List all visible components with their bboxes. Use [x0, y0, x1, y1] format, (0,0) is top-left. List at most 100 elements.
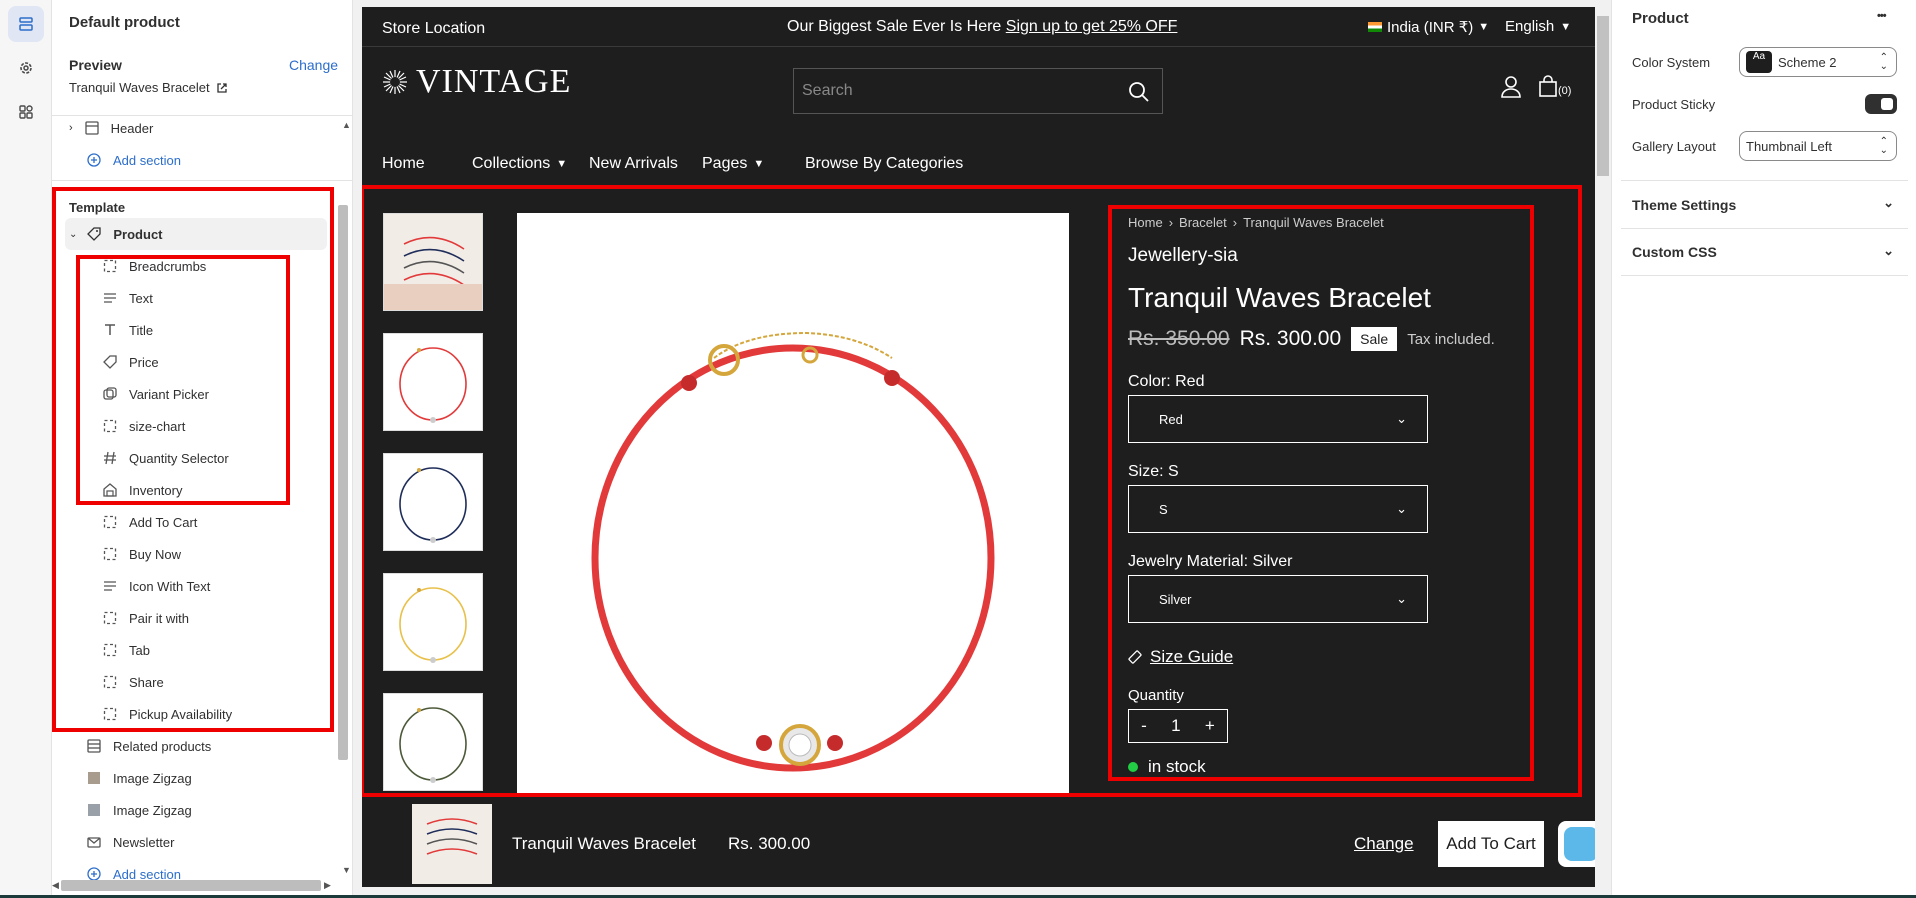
size-guide-link[interactable]: Size Guide: [1128, 647, 1233, 667]
product-title: Tranquil Waves Bracelet: [1128, 282, 1431, 313]
chevron-down-icon: ⌄: [1396, 501, 1407, 516]
block-item-breadcrumbs[interactable]: Breadcrumbs: [52, 250, 338, 282]
account-icon[interactable]: [1501, 76, 1521, 98]
more-actions-icon[interactable]: •••: [1877, 10, 1887, 22]
product-thumbnail[interactable]: [383, 213, 483, 311]
block-item-label: Buy Now: [129, 546, 182, 562]
scroll-down-icon[interactable]: ▼: [342, 865, 351, 875]
block-item-price[interactable]: Price: [52, 346, 338, 378]
block-item-icon-with-text[interactable]: Icon With Text: [52, 570, 338, 602]
sale-price: Rs. 300.00: [1239, 327, 1342, 350]
stock-dot-icon: [1128, 762, 1138, 772]
section-item-related-products[interactable]: Related products: [52, 730, 338, 762]
breadcrumb-home[interactable]: Home: [1128, 215, 1163, 230]
language-selector[interactable]: English ▼: [1505, 18, 1571, 35]
vertical-scrollbar[interactable]: [338, 205, 348, 760]
product-thumbnail[interactable]: [383, 453, 483, 551]
related-products-icon: [85, 737, 103, 755]
theme-settings-accordion[interactable]: Theme Settings ⌄: [1621, 180, 1908, 228]
quantity-value[interactable]: 1: [1171, 716, 1180, 736]
custom-css-label: Custom CSS: [1632, 244, 1717, 260]
block-item-title[interactable]: Title: [52, 314, 338, 346]
block-item-quantity-selector[interactable]: Quantity Selector: [52, 442, 338, 474]
block-item-tab[interactable]: Tab: [52, 634, 338, 666]
gallery-layout-select[interactable]: Thumbnail Left ⌃ ⌄: [1739, 131, 1897, 161]
material-select[interactable]: Silver ⌄: [1128, 575, 1428, 623]
nav-item-new-arrivals[interactable]: New Arrivals: [589, 155, 678, 173]
sidebar-item-header[interactable]: › Header: [52, 112, 338, 144]
product-thumbnail[interactable]: [383, 693, 483, 791]
section-item-image-zigzag[interactable]: Image Zigzag: [52, 794, 338, 826]
cart-button[interactable]: (0): [1538, 75, 1571, 97]
tab-block-icon: [101, 641, 119, 659]
external-link-icon: [217, 82, 227, 93]
block-item-text[interactable]: Text: [52, 282, 338, 314]
preview-product[interactable]: Tranquil Waves Bracelet: [69, 80, 228, 95]
breadcrumb-collection[interactable]: Bracelet: [1179, 215, 1227, 230]
block-item-label: Tab: [129, 642, 150, 658]
main-product-image[interactable]: [517, 213, 1069, 795]
block-item-size-chart[interactable]: size-chart: [52, 410, 338, 442]
scroll-left-icon[interactable]: ◀: [52, 880, 59, 891]
block-item-add-to-cart[interactable]: Add To Cart: [52, 506, 338, 538]
block-item-share[interactable]: Share: [52, 666, 338, 698]
ruler-icon: [1128, 650, 1142, 664]
apps-icon[interactable]: [8, 94, 44, 130]
sticky-add-to-cart-button[interactable]: Add To Cart: [1438, 821, 1544, 867]
quantity-decrease-button[interactable]: -: [1141, 716, 1147, 736]
caret-down-icon: ▼: [556, 158, 568, 170]
settings-title: Product: [1632, 10, 1689, 27]
product-sticky-toggle[interactable]: [1865, 94, 1897, 114]
gear-icon[interactable]: [8, 50, 44, 86]
store-logo[interactable]: VINTAGE: [382, 63, 571, 101]
section-item-newsletter[interactable]: Newsletter: [52, 826, 338, 858]
quantity-increase-button[interactable]: +: [1205, 716, 1215, 736]
chat-widget-icon[interactable]: [1558, 821, 1595, 867]
nav-item-home[interactable]: Home: [382, 155, 425, 173]
add-section-header-button[interactable]: Add section: [52, 144, 338, 176]
country-value: India (INR ₹): [1387, 19, 1474, 36]
sticky-change-link[interactable]: Change: [1354, 834, 1414, 854]
search-input[interactable]: Search: [793, 68, 1163, 114]
preview-label: Preview: [69, 57, 122, 73]
size-chart-block-icon: [101, 417, 119, 435]
color-system-select[interactable]: Aa Scheme 2 ⌃ ⌄: [1739, 47, 1897, 77]
scroll-up-icon[interactable]: ▲: [342, 120, 351, 130]
block-item-inventory[interactable]: Inventory: [52, 474, 338, 506]
color-label: Color: Red: [1128, 373, 1205, 390]
preview-scrollbar[interactable]: [1597, 16, 1609, 176]
country-selector[interactable]: India (INR ₹) ▼: [1368, 18, 1489, 36]
product-sticky-label: Product Sticky: [1632, 97, 1716, 112]
block-item-buy-now[interactable]: Buy Now: [52, 538, 338, 570]
sidebar-item-product[interactable]: ⌄ Product: [65, 218, 327, 250]
quantity-stepper[interactable]: - 1 +: [1128, 709, 1228, 743]
block-item-pair-it-with[interactable]: Pair it with: [52, 602, 338, 634]
bracelet-image: [591, 331, 995, 772]
block-item-pickup-availability[interactable]: Pickup Availability: [52, 698, 338, 730]
product-thumbnail[interactable]: [383, 573, 483, 671]
chevron-down-icon: ⌄: [1396, 591, 1407, 606]
price-block-icon: [101, 353, 119, 371]
material-value: Silver: [1159, 591, 1192, 607]
announcement-link[interactable]: Sign up to get 25% OFF: [1006, 18, 1178, 35]
color-select[interactable]: Red ⌄: [1128, 395, 1428, 443]
nav-item-browse-by-categories[interactable]: Browse By Categories: [805, 155, 963, 173]
store-location-link[interactable]: Store Location: [382, 20, 485, 38]
nav-item-pages[interactable]: Pages ▼: [702, 155, 764, 173]
image-thumbnail-icon: [85, 801, 103, 819]
scroll-right-icon[interactable]: ▶: [324, 880, 331, 891]
change-preview-link[interactable]: Change: [289, 57, 338, 73]
custom-css-accordion[interactable]: Custom CSS ⌄: [1621, 228, 1908, 276]
nav-item-collections[interactable]: Collections ▼: [472, 155, 567, 173]
product-thumbnail[interactable]: [383, 333, 483, 431]
horizontal-scrollbar[interactable]: [61, 880, 321, 891]
block-item-variant-picker[interactable]: Variant Picker: [52, 378, 338, 410]
sections-icon[interactable]: [8, 6, 44, 42]
sidebar-item-label: Header: [110, 120, 154, 136]
block-item-label: Price: [129, 354, 159, 370]
search-icon[interactable]: [1128, 81, 1150, 103]
section-item-image-zigzag[interactable]: Image Zigzag: [52, 762, 338, 794]
section-item-label: Image Zigzag: [113, 802, 192, 818]
size-select[interactable]: S ⌄: [1128, 485, 1428, 533]
chevron-right-icon: ›: [69, 122, 73, 134]
